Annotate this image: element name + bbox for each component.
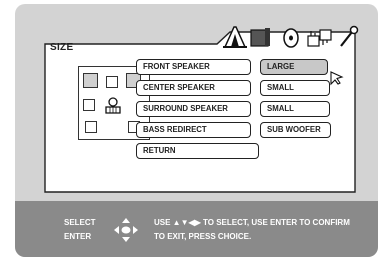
bass-redirect-label[interactable]: BASS REDIRECT xyxy=(136,122,251,138)
disc-icon[interactable] xyxy=(280,25,302,49)
navigation-arrows-icon xyxy=(114,218,138,242)
monitor-icon[interactable] xyxy=(248,25,272,49)
select-hint-label: SELECT xyxy=(64,218,96,227)
surround-left-speaker-icon xyxy=(83,99,95,111)
front-speaker-label[interactable]: FRONT SPEAKER xyxy=(136,59,251,75)
cursor-icon xyxy=(330,71,344,86)
surround-speaker-value[interactable]: SMALL xyxy=(260,101,330,117)
listener-icon xyxy=(105,97,121,114)
speaker-settings-icon[interactable] xyxy=(222,25,248,49)
bass-redirect-value[interactable]: SUB WOOFER xyxy=(260,122,331,138)
osd-screen: SIZE FRONT SPEAKER LARGE CENTER SPEAKER … xyxy=(15,4,378,257)
front-left-speaker-icon xyxy=(83,73,98,88)
surround-speaker-label[interactable]: SURROUND SPEAKER xyxy=(136,101,251,117)
help-line-1: USE ▲▼◀▶ TO SELECT, USE ENTER TO CONFIRM xyxy=(154,218,350,227)
rear-left-speaker-icon xyxy=(85,121,97,133)
front-speaker-value[interactable]: LARGE xyxy=(260,59,328,75)
center-speaker-value[interactable]: SMALL xyxy=(260,80,330,96)
tab-icons xyxy=(220,25,360,49)
center-speaker-label[interactable]: CENTER SPEAKER xyxy=(136,80,251,96)
menu-title: SIZE xyxy=(50,42,74,53)
wrench-icon[interactable] xyxy=(338,25,360,49)
help-bar: SELECT ENTER USE ▲▼◀▶ TO SELECT, USE ENT… xyxy=(15,201,378,257)
center-speaker-icon xyxy=(106,76,118,88)
help-line-2: TO EXIT, PRESS CHOICE. xyxy=(154,232,252,241)
enter-hint-label: ENTER xyxy=(64,232,92,241)
connection-icon[interactable] xyxy=(305,25,335,49)
return-button[interactable]: RETURN xyxy=(136,143,259,159)
